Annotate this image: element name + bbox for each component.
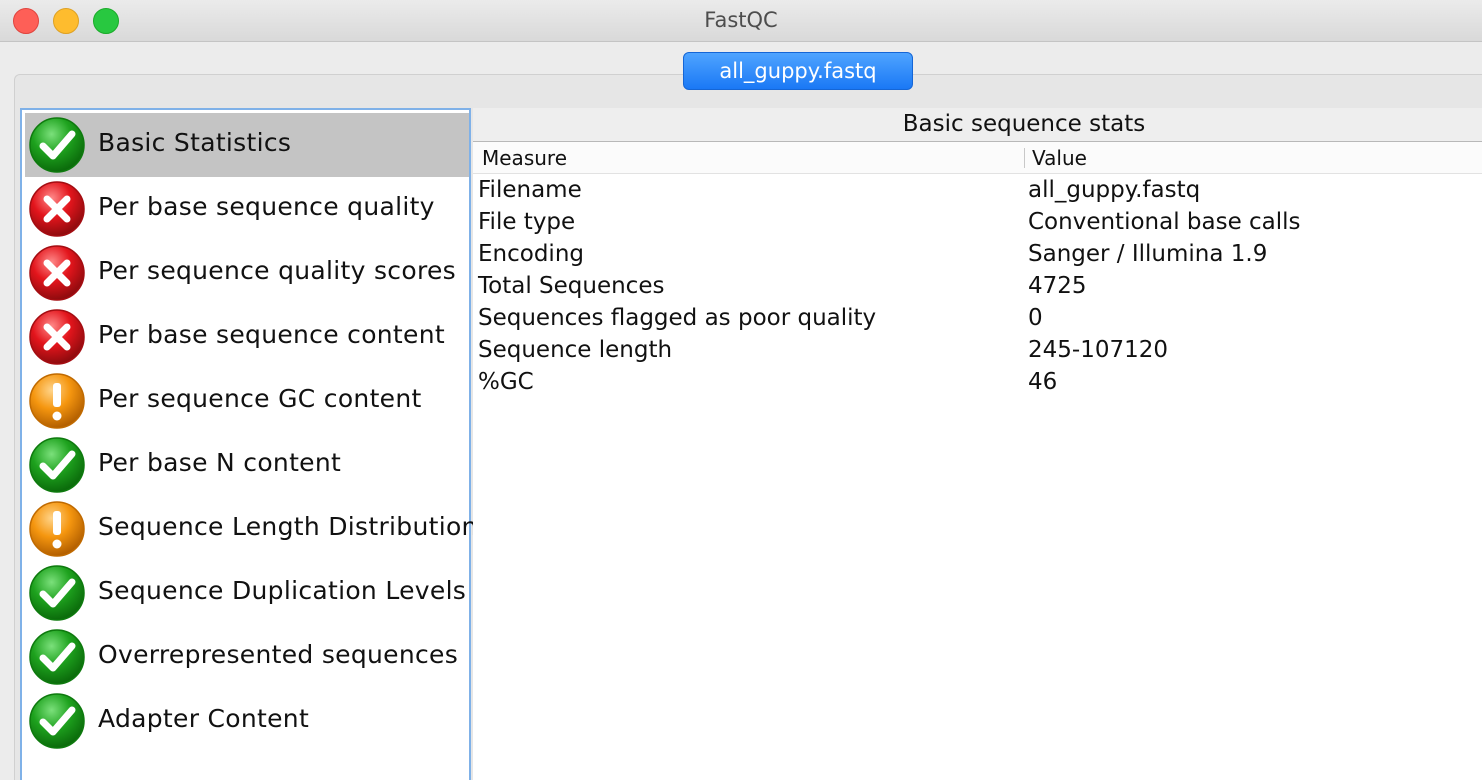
table-row[interactable]: Sequence length 245-107120 [473, 334, 1482, 366]
report-title: Basic sequence stats [902, 111, 1146, 137]
module-report-panel: Basic sequence stats Measure Value Filen… [473, 108, 1482, 780]
module-item-per-base-n-content[interactable]: Per base N content [25, 433, 469, 497]
measure-cell: Filename [478, 177, 582, 203]
measure-cell: Encoding [478, 241, 584, 267]
tab-file[interactable]: all_guppy.fastq [683, 52, 913, 90]
table-row[interactable]: %GC 46 [473, 366, 1482, 398]
value-cell: Sanger / Illumina 1.9 [1028, 241, 1268, 267]
module-label: Basic Statistics [98, 128, 292, 157]
fastqc-window: FastQC all_guppy.fastq Basic Statistics P… [0, 0, 1482, 780]
module-label: Sequence Duplication Levels [98, 576, 467, 605]
value-cell: 4725 [1028, 273, 1087, 299]
title-bar: FastQC [0, 0, 1482, 42]
module-label: Per sequence quality scores [98, 256, 456, 285]
check-icon [28, 436, 86, 494]
measure-cell: Sequences flagged as poor quality [478, 305, 877, 331]
table-row[interactable]: File type Conventional base calls [473, 206, 1482, 238]
value-cell: all_guppy.fastq [1028, 177, 1201, 203]
module-item-adapter-content[interactable]: Adapter Content [25, 689, 469, 753]
measure-cell: File type [478, 209, 576, 235]
column-header-measure[interactable]: Measure [482, 146, 567, 170]
module-item-per-sequence-gc-content[interactable]: Per sequence GC content [25, 369, 469, 433]
window-title: FastQC [704, 8, 778, 32]
module-item-sequence-length-distribution[interactable]: Sequence Length Distribution [25, 497, 477, 561]
table-header: Measure Value [473, 142, 1482, 174]
module-label: Adapter Content [98, 704, 310, 733]
module-label: Per base N content [98, 448, 342, 477]
cross-icon [28, 180, 86, 238]
module-label: Per base sequence quality [98, 192, 435, 221]
warning-icon [28, 500, 86, 558]
module-label: Per base sequence content [98, 320, 445, 349]
cross-icon [28, 308, 86, 366]
check-icon [28, 564, 86, 622]
cross-icon [28, 244, 86, 302]
module-item-basic-statistics[interactable]: Basic Statistics [25, 113, 469, 177]
module-item-per-sequence-quality-scores[interactable]: Per sequence quality scores [25, 241, 469, 305]
column-divider[interactable] [1024, 148, 1025, 168]
module-list: Basic Statistics Per base sequence qualit… [20, 108, 477, 780]
value-cell: 46 [1028, 369, 1058, 395]
table-row[interactable]: Total Sequences 4725 [473, 270, 1482, 302]
module-item-per-base-sequence-quality[interactable]: Per base sequence quality [25, 177, 469, 241]
column-header-value[interactable]: Value [1032, 146, 1087, 170]
module-label: Per sequence GC content [98, 384, 422, 413]
module-label: Sequence Length Distribution [98, 512, 478, 541]
table-row[interactable]: Sequences flagged as poor quality 0 [473, 302, 1482, 334]
measure-cell: Total Sequences [478, 273, 665, 299]
check-icon [28, 116, 86, 174]
module-item-sequence-duplication-levels[interactable]: Sequence Duplication Levels [25, 561, 469, 625]
module-item-overrepresented-sequences[interactable]: Overrepresented sequences [25, 625, 469, 689]
warning-icon [28, 372, 86, 430]
check-icon [28, 628, 86, 686]
module-item-per-base-sequence-content[interactable]: Per base sequence content [25, 305, 469, 369]
measure-cell: Sequence length [478, 337, 673, 363]
table-row[interactable]: Encoding Sanger / Illumina 1.9 [473, 238, 1482, 270]
value-cell: Conventional base calls [1028, 209, 1301, 235]
check-icon [28, 692, 86, 750]
module-label: Overrepresented sequences [98, 640, 459, 669]
value-cell: 0 [1028, 305, 1043, 331]
table-row[interactable]: Filename all_guppy.fastq [473, 174, 1482, 206]
value-cell: 245-107120 [1028, 337, 1168, 363]
measure-cell: %GC [478, 369, 534, 395]
report-header: Basic sequence stats [473, 108, 1482, 142]
